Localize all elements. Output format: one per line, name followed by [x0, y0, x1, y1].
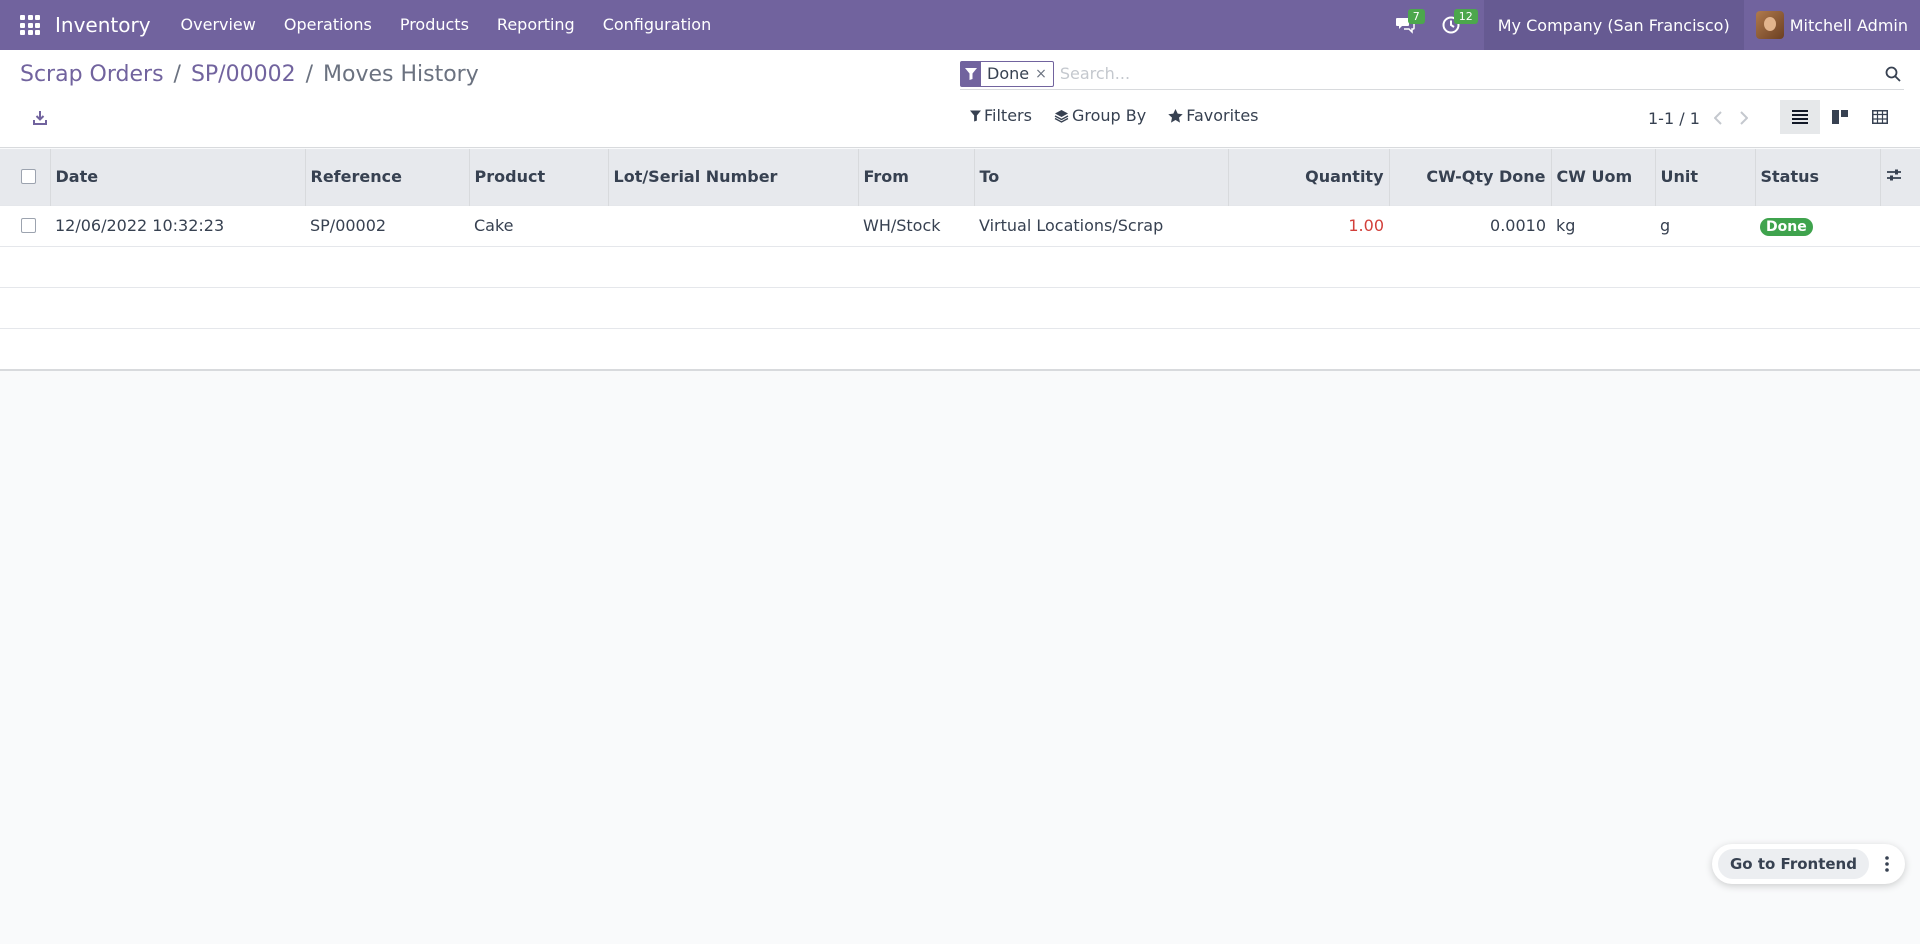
optional-columns-cell [1880, 149, 1920, 205]
top-navbar: Inventory Overview Operations Products R… [0, 0, 1920, 50]
cell-from: WH/Stock [858, 204, 974, 246]
cell-status: Done [1755, 204, 1880, 246]
pager-previous-button[interactable] [1710, 108, 1726, 128]
column-header-from[interactable]: From [858, 149, 975, 205]
favorites-dropdown[interactable]: Favorites [1168, 106, 1259, 125]
download-icon [33, 111, 47, 125]
control-panel: Scrap Orders / SP/00002 / Moves History … [0, 50, 1920, 148]
pivot-view-button[interactable] [1860, 100, 1900, 134]
filters-dropdown[interactable]: Filters [970, 106, 1032, 125]
view-switcher [1780, 100, 1900, 134]
pager: 1-1 / 1 [1648, 108, 1752, 128]
empty-row [0, 245, 1920, 287]
group-by-dropdown[interactable]: Group By [1054, 106, 1146, 125]
kebab-menu-icon [1885, 856, 1889, 872]
frontend-switcher: Go to Frontend [1712, 844, 1905, 884]
empty-row [0, 286, 1920, 328]
search-button[interactable] [1882, 63, 1904, 85]
moves-history-list: Date Reference Product Lot/Serial Number… [0, 149, 1920, 371]
facet-value: Done [987, 63, 1030, 83]
favorites-label: Favorites [1186, 106, 1259, 125]
cell-cw-qty-done: 0.0010 [1389, 204, 1551, 246]
status-badge: Done [1760, 217, 1813, 236]
cell-spacer [1880, 204, 1920, 246]
systray: 7 12 My Company (San Francisco) Mitchell… [1392, 0, 1920, 50]
column-header-date[interactable]: Date [50, 149, 306, 205]
list-view-button[interactable] [1780, 100, 1820, 134]
chevron-left-icon [1713, 111, 1722, 125]
list-icon [1792, 110, 1808, 124]
cell-date: 12/06/2022 10:32:23 [50, 204, 305, 246]
cell-quantity: 1.00 [1228, 204, 1389, 246]
breadcrumb-separator: / [173, 62, 181, 87]
pager-value[interactable]: 1-1 / 1 [1648, 109, 1700, 128]
main-menu: Overview Operations Products Reporting C… [167, 0, 726, 50]
activities-button[interactable]: 12 [1438, 9, 1478, 38]
messages-button[interactable]: 7 [1392, 9, 1425, 38]
search-icon [1885, 66, 1901, 82]
cell-unit: g [1655, 204, 1755, 246]
menu-item-operations[interactable]: Operations [270, 0, 386, 50]
row-select-cell [0, 204, 50, 246]
menu-item-overview[interactable]: Overview [167, 0, 270, 50]
sliders-icon[interactable] [1886, 168, 1902, 182]
cell-to: Virtual Locations/Scrap [974, 204, 1228, 246]
table-header-row: Date Reference Product Lot/Serial Number… [0, 149, 1920, 205]
select-all-checkbox[interactable] [21, 169, 36, 185]
menu-item-reporting[interactable]: Reporting [483, 0, 589, 50]
pager-next-button[interactable] [1736, 108, 1752, 128]
breadcrumb: Scrap Orders / SP/00002 / Moves History [20, 62, 479, 87]
select-all-cell [0, 149, 51, 205]
avatar [1755, 11, 1784, 39]
activities-count-badge: 12 [1453, 9, 1478, 24]
kanban-view-button[interactable] [1820, 100, 1860, 134]
column-header-status[interactable]: Status [1755, 149, 1881, 205]
column-header-reference[interactable]: Reference [305, 149, 470, 205]
column-header-cw-uom[interactable]: CW Uom [1551, 149, 1656, 205]
filter-icon [970, 110, 981, 121]
row-checkbox[interactable] [21, 218, 36, 233]
table-icon [1872, 110, 1888, 124]
menu-item-products[interactable]: Products [386, 0, 483, 50]
cell-cw-uom: kg [1551, 204, 1655, 246]
frontend-more-button[interactable] [1873, 848, 1901, 880]
cell-reference: SP/00002 [305, 204, 469, 246]
user-name: Mitchell Admin [1789, 15, 1908, 35]
star-icon [1168, 108, 1183, 123]
facet-remove-button[interactable]: × [1035, 62, 1053, 86]
cell-lot [608, 204, 858, 246]
search-input[interactable] [1059, 64, 1860, 83]
table-row[interactable]: 12/06/2022 10:32:23 SP/00002 Cake WH/Sto… [0, 204, 1920, 246]
column-header-to[interactable]: To [974, 149, 1229, 205]
menu-item-configuration[interactable]: Configuration [589, 0, 726, 50]
breadcrumb-scrap-record[interactable]: SP/00002 [191, 62, 296, 87]
export-button[interactable] [28, 106, 52, 130]
search-facet-done: Done × [960, 60, 1054, 87]
go-to-frontend-button[interactable]: Go to Frontend [1718, 849, 1869, 879]
apps-menu-icon[interactable] [20, 15, 40, 35]
empty-row [0, 327, 1920, 369]
filter-icon [961, 61, 981, 86]
page-title: Moves History [323, 62, 479, 87]
messages-count-badge: 7 [1407, 9, 1425, 24]
filters-label: Filters [984, 106, 1032, 125]
search-options: Filters Group By Favorites [970, 106, 1281, 125]
kanban-icon [1832, 110, 1848, 124]
app-name[interactable]: Inventory [55, 13, 151, 37]
chevron-right-icon [1740, 111, 1748, 125]
group-by-label: Group By [1071, 106, 1147, 125]
column-header-quantity[interactable]: Quantity [1228, 149, 1390, 205]
column-header-lot[interactable]: Lot/Serial Number [608, 149, 859, 205]
cell-product: Cake [469, 204, 608, 246]
column-header-product[interactable]: Product [469, 149, 609, 205]
moves-table: Date Reference Product Lot/Serial Number… [0, 149, 1920, 369]
layers-icon [1054, 109, 1069, 123]
user-menu[interactable]: Mitchell Admin [1744, 0, 1920, 50]
column-header-unit[interactable]: Unit [1655, 149, 1756, 205]
breadcrumb-separator: / [305, 62, 314, 87]
column-header-cw-qty-done[interactable]: CW-Qty Done [1389, 149, 1552, 205]
company-switcher[interactable]: My Company (San Francisco) [1483, 0, 1744, 50]
search-bar: Done × [960, 58, 1904, 90]
breadcrumb-scrap-orders[interactable]: Scrap Orders [20, 62, 164, 87]
